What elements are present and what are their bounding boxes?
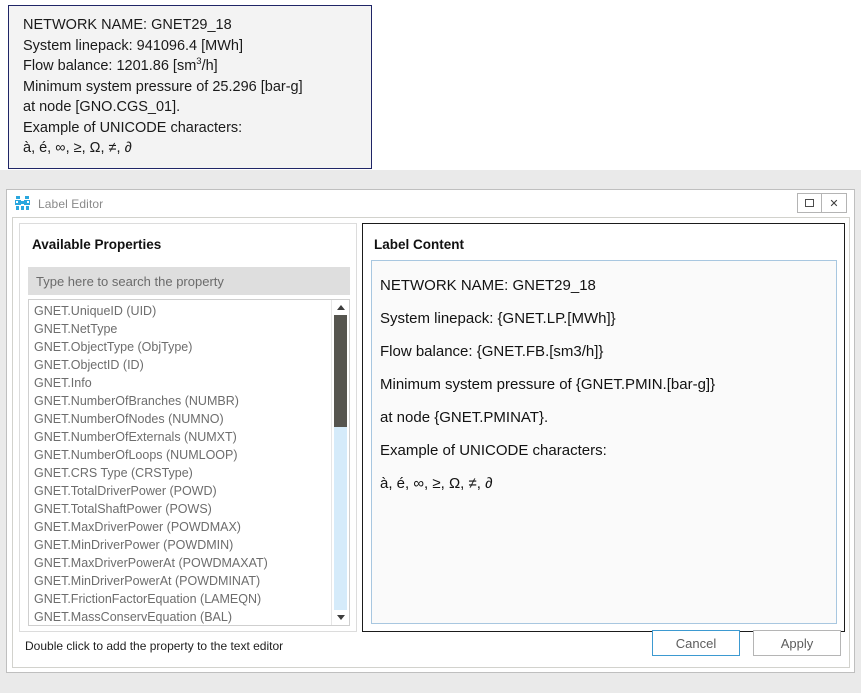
list-item[interactable]: GNET.NumberOfLoops (NUMLOOP) xyxy=(34,446,331,464)
list-item[interactable]: GNET.MaxDriverPowerAt (POWDMAXAT) xyxy=(34,554,331,572)
title-bar[interactable]: Label Editor ✕ xyxy=(7,190,854,217)
property-search-input[interactable] xyxy=(28,267,350,295)
label-content-editor[interactable]: NETWORK NAME: GNET29_18 System linepack:… xyxy=(371,260,837,624)
tooltip-line: Minimum system pressure of 25.296 [bar-g… xyxy=(23,77,371,98)
list-item[interactable]: GNET.CRS Type (CRSType) xyxy=(34,464,331,482)
tooltip-line: NETWORK NAME: GNET29_18 xyxy=(23,15,371,36)
label-content-title: Label Content xyxy=(374,237,464,252)
network-info-tooltip: NETWORK NAME: GNET29_18 System linepack:… xyxy=(8,5,372,169)
property-list[interactable]: GNET.UniqueID (UID) GNET.NetType GNET.Ob… xyxy=(29,300,331,625)
list-item[interactable]: GNET.Info xyxy=(34,374,331,392)
binoculars-icon xyxy=(14,195,31,212)
list-item[interactable]: GNET.NumberOfExternals (NUMXT) xyxy=(34,428,331,446)
editor-line: NETWORK NAME: GNET29_18 xyxy=(380,269,836,302)
label-content-panel: Label Content NETWORK NAME: GNET29_18 Sy… xyxy=(362,223,845,632)
footer-hint-text: Double click to add the property to the … xyxy=(25,639,283,653)
editor-line: Example of UNICODE characters: xyxy=(380,434,836,467)
list-item[interactable]: GNET.FrictionFactorEquation (LAMEQN) xyxy=(34,590,331,608)
list-item[interactable]: GNET.MaxDriverPower (POWDMAX) xyxy=(34,518,331,536)
scroll-up-arrow-icon[interactable] xyxy=(332,300,349,315)
tooltip-line: System linepack: 941096.4 [MWh] xyxy=(23,36,371,57)
close-icon: ✕ xyxy=(829,198,838,209)
editor-line: at node {GNET.PMINAT}. xyxy=(380,401,836,434)
tooltip-line: à, é, ∞, ≥, Ω, ≠, ∂ xyxy=(23,138,371,159)
scroll-down-arrow-icon[interactable] xyxy=(332,610,349,625)
list-item[interactable]: GNET.TotalShaftPower (POWS) xyxy=(34,500,331,518)
editor-line: à, é, ∞, ≥, Ω, ≠, ∂ xyxy=(380,467,836,500)
maximize-icon xyxy=(805,199,814,207)
dialog-body: Available Properties GNET.UniqueID (UID)… xyxy=(12,217,850,668)
list-item[interactable]: GNET.MinDriverPowerAt (POWDMINAT) xyxy=(34,572,331,590)
list-item[interactable]: GNET.MinDriverPower (POWDMIN) xyxy=(34,536,331,554)
property-list-scrollbar[interactable] xyxy=(331,300,349,625)
editor-line: System linepack: {GNET.LP.[MWh]} xyxy=(380,302,836,335)
editor-line: Minimum system pressure of {GNET.PMIN.[b… xyxy=(380,368,836,401)
apply-button[interactable]: Apply xyxy=(753,630,841,656)
available-properties-panel: Available Properties GNET.UniqueID (UID)… xyxy=(19,223,357,632)
available-properties-title: Available Properties xyxy=(32,237,161,252)
maximize-button[interactable] xyxy=(797,193,822,213)
list-item[interactable]: GNET.MassConservEquation (BAL) xyxy=(34,608,331,625)
window-title: Label Editor xyxy=(38,197,103,211)
list-item[interactable]: GNET.NumberOfNodes (NUMNO) xyxy=(34,410,331,428)
title-bar-buttons: ✕ xyxy=(797,193,847,213)
list-item[interactable]: GNET.NetType xyxy=(34,320,331,338)
list-item[interactable]: GNET.TotalDriverPower (POWD) xyxy=(34,482,331,500)
scrollbar-track[interactable] xyxy=(334,315,347,610)
list-item[interactable]: GNET.ObjectType (ObjType) xyxy=(34,338,331,356)
tooltip-line: at node [GNO.CGS_01]. xyxy=(23,97,371,118)
editor-line: Flow balance: {GNET.FB.[sm3/h]} xyxy=(380,335,836,368)
list-item[interactable]: GNET.UniqueID (UID) xyxy=(34,302,331,320)
footer-buttons: Cancel Apply xyxy=(652,630,841,656)
label-editor-window: Label Editor ✕ Available Properties GNET… xyxy=(6,189,855,673)
list-item[interactable]: GNET.NumberOfBranches (NUMBR) xyxy=(34,392,331,410)
scrollbar-thumb[interactable] xyxy=(334,315,347,427)
list-item[interactable]: GNET.ObjectID (ID) xyxy=(34,356,331,374)
tooltip-line: Flow balance: 1201.86 [sm3/h] xyxy=(23,56,371,77)
tooltip-line: Example of UNICODE characters: xyxy=(23,118,371,139)
property-list-box[interactable]: GNET.UniqueID (UID) GNET.NetType GNET.Ob… xyxy=(28,299,350,626)
cancel-button[interactable]: Cancel xyxy=(652,630,740,656)
close-button[interactable]: ✕ xyxy=(822,193,847,213)
